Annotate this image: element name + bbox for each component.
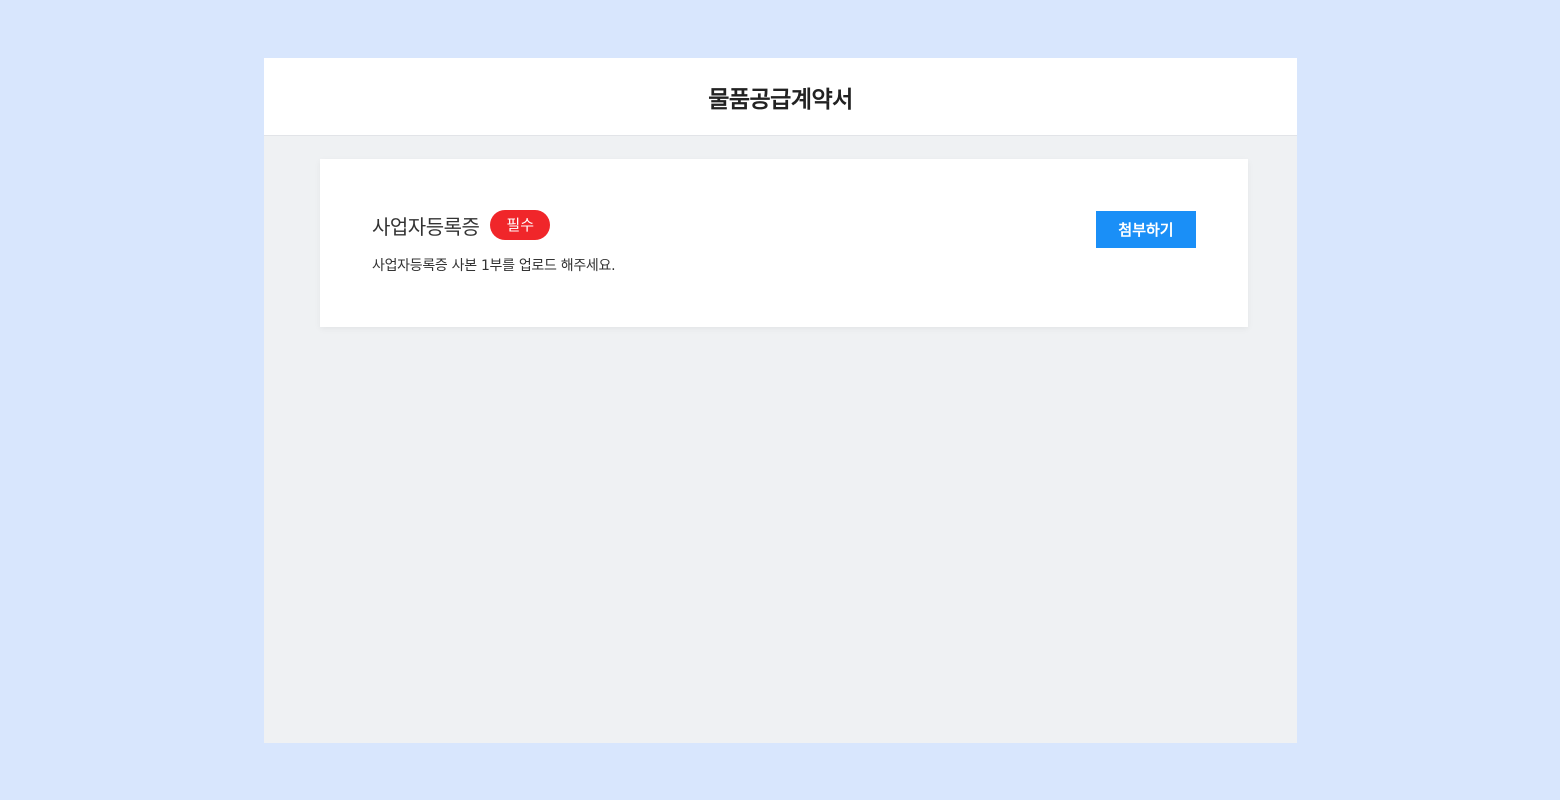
document-description: 사업자등록증 사본 1부를 업로드 해주세요.	[372, 258, 616, 274]
required-badge: 필수	[490, 210, 551, 240]
attach-button[interactable]: 첨부하기	[1096, 211, 1196, 248]
header: 물품공급계약서	[264, 58, 1297, 136]
page-title: 물품공급계약서	[708, 86, 853, 113]
document-title: 사업자등록증	[372, 214, 480, 239]
contract-window: 물품공급계약서 사업자등록증 필수 사업자등록증 사본 1부를 업로드 해주세요…	[264, 58, 1297, 743]
document-title-row: 사업자등록증 필수	[372, 210, 551, 240]
document-upload-card: 사업자등록증 필수 사업자등록증 사본 1부를 업로드 해주세요. 첨부하기	[320, 159, 1248, 327]
